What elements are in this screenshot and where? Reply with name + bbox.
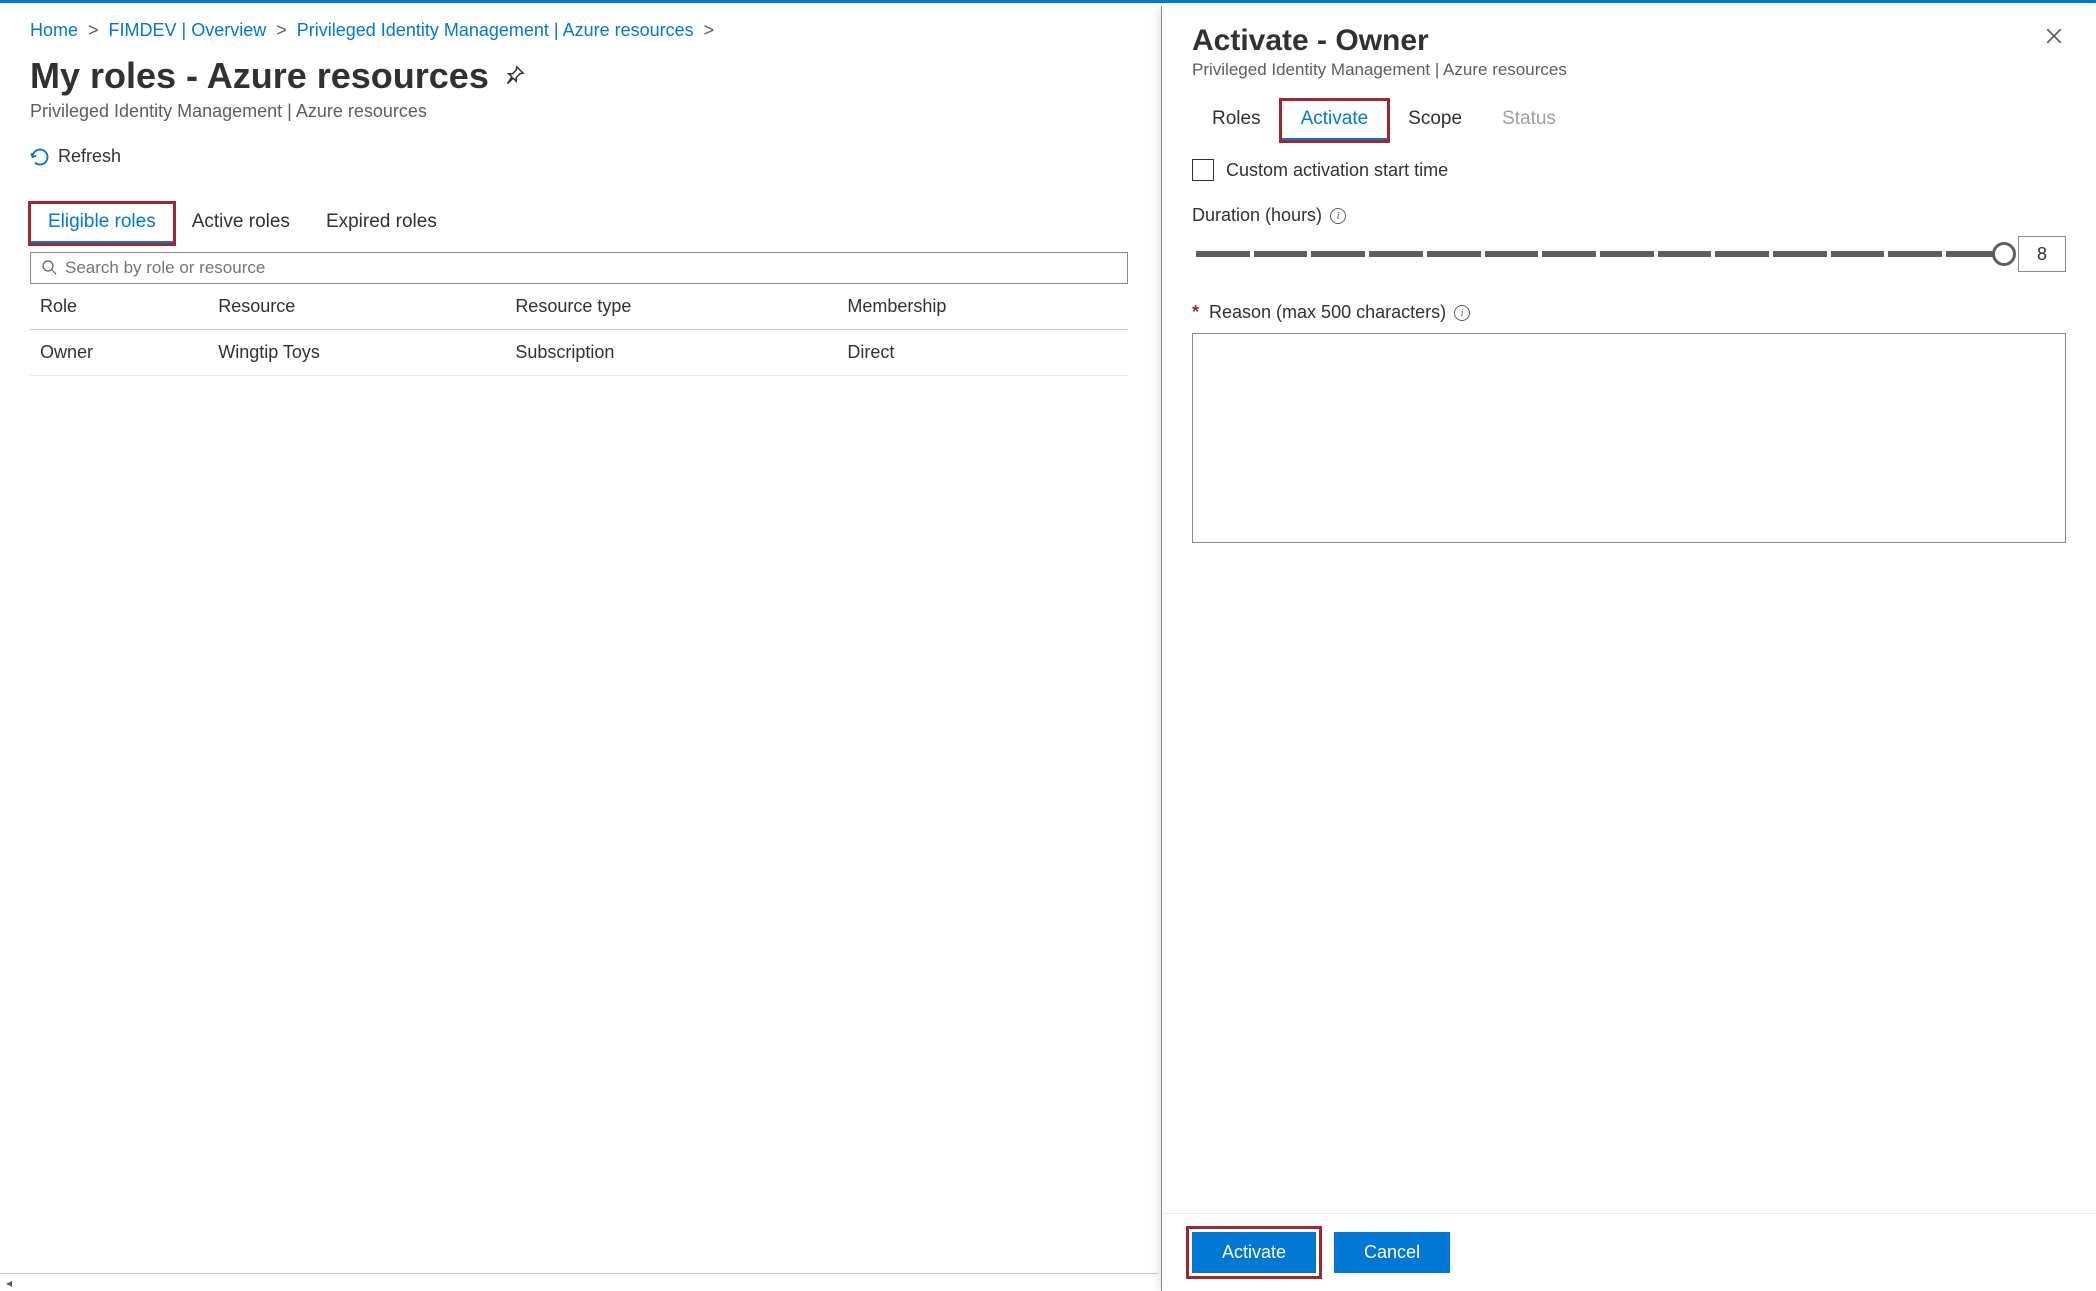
close-icon[interactable] <box>2042 24 2066 48</box>
info-icon[interactable]: i <box>1454 305 1470 321</box>
panel-title: Activate - Owner <box>1192 24 1429 58</box>
panel-tab-roles[interactable]: Roles <box>1192 100 1281 141</box>
panel-tab-scope[interactable]: Scope <box>1388 100 1482 141</box>
panel-subtitle: Privileged Identity Management | Azure r… <box>1192 60 2066 80</box>
breadcrumb-fimdev[interactable]: FIMDEV | Overview <box>109 20 267 41</box>
tab-expired-roles[interactable]: Expired roles <box>308 203 455 244</box>
roles-tabs: Eligible roles Active roles Expired role… <box>30 203 1128 244</box>
duration-value[interactable]: 8 <box>2018 236 2066 272</box>
search-icon <box>41 259 57 278</box>
refresh-button[interactable]: Refresh <box>30 146 1128 167</box>
duration-slider[interactable] <box>1192 251 2004 257</box>
panel-tab-activate[interactable]: Activate <box>1281 100 1389 141</box>
chevron-right-icon: > <box>276 20 287 41</box>
col-resource-type[interactable]: Resource type <box>505 284 837 330</box>
col-role[interactable]: Role <box>30 284 208 330</box>
breadcrumb: Home > FIMDEV | Overview > Privileged Id… <box>30 20 1128 41</box>
custom-start-label: Custom activation start time <box>1226 160 1448 181</box>
reason-textarea[interactable] <box>1192 333 2066 543</box>
chevron-right-icon: > <box>704 20 715 41</box>
table-row[interactable]: Owner Wingtip Toys Subscription Direct <box>30 330 1128 376</box>
activate-panel: Activate - Owner Privileged Identity Man… <box>1161 6 2096 1291</box>
page-subtitle: Privileged Identity Management | Azure r… <box>30 101 1128 122</box>
info-icon[interactable]: i <box>1330 208 1346 224</box>
breadcrumb-pim[interactable]: Privileged Identity Management | Azure r… <box>297 20 694 41</box>
search-bar[interactable] <box>30 252 1128 284</box>
reason-label: Reason (max 500 characters) <box>1209 302 1446 323</box>
cell-resource-type: Subscription <box>505 330 837 376</box>
custom-start-checkbox[interactable] <box>1192 159 1214 181</box>
col-membership[interactable]: Membership <box>837 284 1128 330</box>
chevron-right-icon: > <box>88 20 99 41</box>
scroll-left-icon[interactable]: ◂ <box>0 1273 1158 1291</box>
cell-resource: Wingtip Toys <box>208 330 505 376</box>
refresh-icon <box>30 147 50 167</box>
cell-membership: Direct <box>837 330 1128 376</box>
required-indicator: * <box>1192 302 1199 323</box>
search-input[interactable] <box>65 258 1117 278</box>
activate-button[interactable]: Activate <box>1192 1232 1316 1273</box>
tab-eligible-roles[interactable]: Eligible roles <box>30 203 174 244</box>
panel-tab-status: Status <box>1482 100 1576 141</box>
pin-icon[interactable] <box>505 65 525 88</box>
roles-table: Role Resource Resource type Membership O… <box>30 284 1128 376</box>
col-resource[interactable]: Resource <box>208 284 505 330</box>
duration-label: Duration (hours) <box>1192 205 1322 226</box>
breadcrumb-home[interactable]: Home <box>30 20 78 41</box>
refresh-label: Refresh <box>58 146 121 167</box>
tab-active-roles[interactable]: Active roles <box>174 203 308 244</box>
panel-tabs: Roles Activate Scope Status <box>1192 100 2066 141</box>
cell-role: Owner <box>30 330 208 376</box>
page-title: My roles - Azure resources <box>30 55 489 97</box>
cancel-button[interactable]: Cancel <box>1334 1232 1450 1273</box>
slider-thumb[interactable] <box>1992 242 2016 266</box>
